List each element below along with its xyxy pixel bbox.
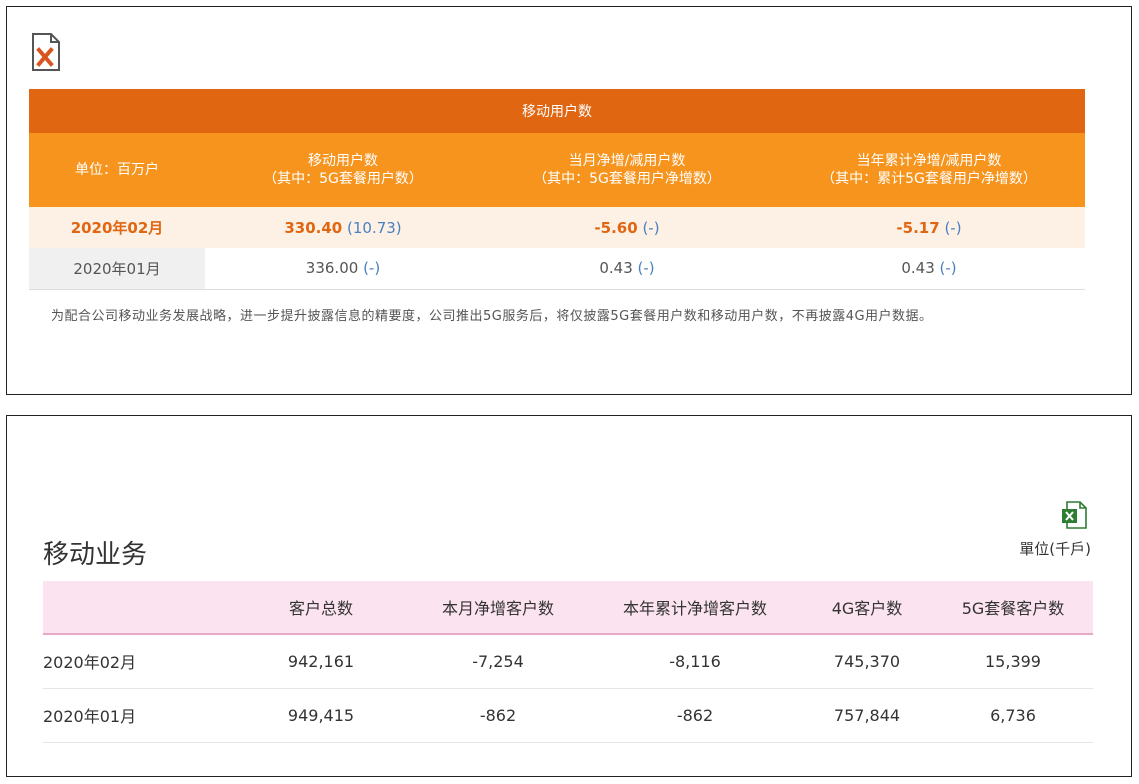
row-4g: 757,844 — [833, 705, 901, 725]
col-header-users: 移动用户数 （其中：5G套餐用户数） — [205, 133, 481, 207]
row-total: 949,415 — [287, 705, 355, 725]
row-net-year: -5.17 — [896, 218, 940, 237]
row-users-5g: (10.73) — [347, 218, 402, 237]
col-header-net-month: 当月净增/减用户数 （其中：5G套餐用户净增数） — [481, 133, 773, 207]
col-header-4g: 4G客户数 — [801, 581, 933, 635]
row-users-5g: (-) — [363, 259, 381, 278]
mobile-business-panel: 單位(千戶) 移动业务 客户总数 本月净增客户数 本年累计净增客户数 4G客户数… — [6, 415, 1132, 777]
row-net-month: -862 — [479, 705, 517, 725]
row-net-month-5g: (-) — [637, 259, 655, 278]
row-month-link[interactable]: 2020年02月 — [43, 634, 235, 688]
col-header-users-line2: （其中：5G套餐用户数） — [263, 171, 423, 187]
row-users: 330.40 — [284, 218, 343, 237]
col-header-net-year: 当年累计净增/减用户数 （其中：累计5G套餐用户净增数） — [773, 133, 1085, 207]
row-net-year-5g: (-) — [939, 259, 957, 278]
row-net-month-cell: 0.43 (-) — [481, 248, 773, 289]
excel-download-icon[interactable] — [31, 32, 61, 72]
row-4g: 745,370 — [833, 651, 901, 671]
row-net-month: -7,254 — [472, 651, 524, 671]
row-month: 2020年01月 — [29, 248, 205, 289]
row-users: 336.00 — [305, 259, 359, 278]
table-row: 2020年01月 336.00 (-) 0.43 (-) 0.43 (-) — [29, 248, 1085, 289]
excel-export-icon[interactable] — [1061, 501, 1087, 529]
row-net-year: -862 — [676, 705, 714, 725]
col-header-net-month-line1: 当月净增/减用户数 — [568, 153, 686, 169]
col-header-net-year: 本年累计净增客户数 — [589, 581, 801, 635]
row-net-month-cell: -5.60 (-) — [481, 207, 773, 248]
row-net-year: -8,116 — [669, 651, 721, 671]
mobile-business-table: 客户总数 本月净增客户数 本年累计净增客户数 4G客户数 5G套餐客户数 202… — [43, 581, 1093, 743]
row-5g: 15,399 — [985, 651, 1041, 671]
col-header-users-line1: 移动用户数 — [308, 153, 378, 169]
row-month: 2020年02月 — [70, 219, 164, 237]
row-net-year-5g: (-) — [944, 218, 962, 237]
row-net-month-5g: (-) — [642, 218, 660, 237]
col-header-5g: 5G套餐客户数 — [933, 581, 1093, 635]
row-5g: 6,736 — [990, 705, 1036, 725]
table-row: 2020年02月 330.40 (10.73) -5.60 (-) -5.17 … — [29, 207, 1085, 248]
row-month-link[interactable]: 2020年01月 — [43, 688, 235, 742]
col-header-total: 客户总数 — [235, 581, 407, 635]
col-header-net-month: 本月净增客户数 — [407, 581, 589, 635]
row-net-month: 0.43 — [599, 259, 633, 278]
row-total: 942,161 — [287, 651, 355, 671]
table-header-row: 单位：百万户 移动用户数 （其中：5G套餐用户数） 当月净增/减用户数 （其中：… — [29, 133, 1085, 207]
section-title: 移动业务 — [43, 540, 148, 570]
col-header-net-year-line1: 当年累计净增/减用户数 — [856, 153, 1002, 169]
col-header-net-year-line2: （其中：累计5G套餐用户净增数） — [821, 171, 1037, 187]
col-header-month — [43, 581, 235, 635]
table-row: 2020年02月 942,161 -7,254 -8,116 745,370 1… — [43, 634, 1093, 688]
table-title: 移动用户数 — [522, 104, 592, 120]
row-net-month: -5.60 — [594, 218, 638, 237]
table-header-row: 客户总数 本月净增客户数 本年累计净增客户数 4G客户数 5G套餐客户数 — [43, 581, 1093, 635]
row-users-cell: 336.00 (-) — [205, 248, 481, 289]
unit-label: 单位：百万户 — [75, 162, 159, 178]
unit-label: 單位(千戶) — [1019, 540, 1091, 558]
row-net-year: 0.43 — [901, 259, 935, 278]
row-net-year-cell: 0.43 (-) — [773, 248, 1085, 289]
table-title-row: 移动用户数 — [29, 89, 1085, 133]
disclosure-note: 为配合公司移动业务发展战略，进一步提升披露信息的精要度，公司推出5G服务后，将仅… — [51, 309, 933, 324]
mobile-users-table: 移动用户数 单位：百万户 移动用户数 （其中：5G套餐用户数） 当月净增/减用户… — [29, 89, 1085, 290]
row-users-cell: 330.40 (10.73) — [205, 207, 481, 248]
col-header-net-month-line2: （其中：5G套餐用户净增数） — [533, 171, 721, 187]
mobile-users-panel: 移动用户数 单位：百万户 移动用户数 （其中：5G套餐用户数） 当月净增/减用户… — [6, 6, 1132, 395]
table-row: 2020年01月 949,415 -862 -862 757,844 6,736 — [43, 688, 1093, 742]
row-net-year-cell: -5.17 (-) — [773, 207, 1085, 248]
